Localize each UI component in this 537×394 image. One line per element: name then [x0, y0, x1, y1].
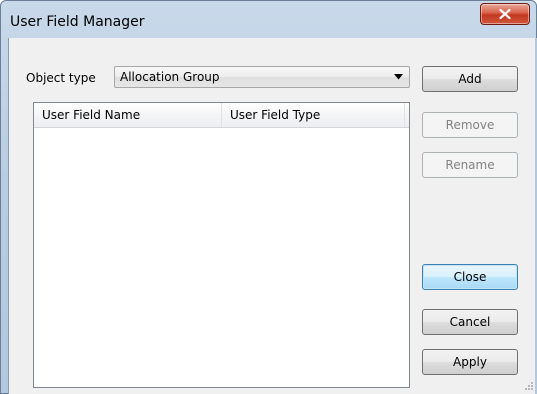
column-header-user-field-name[interactable]: User Field Name	[34, 103, 222, 127]
add-button[interactable]: Add	[422, 66, 518, 92]
remove-button[interactable]: Remove	[422, 112, 518, 138]
column-header-user-field-type[interactable]: User Field Type	[222, 103, 405, 127]
user-field-list[interactable]: User Field Name User Field Type	[33, 102, 410, 388]
chevron-down-icon	[394, 74, 403, 80]
object-type-dropdown[interactable]: Allocation Group	[114, 66, 410, 88]
close-button[interactable]: Close	[422, 264, 518, 290]
title-bar[interactable]: User Field Manager	[1, 1, 536, 39]
window-title: User Field Manager	[10, 14, 145, 30]
list-header: User Field Name User Field Type	[34, 103, 409, 128]
cancel-button[interactable]: Cancel	[422, 309, 518, 335]
apply-button[interactable]: Apply	[422, 349, 518, 375]
object-type-value: Allocation Group	[120, 70, 220, 84]
rename-button[interactable]: Rename	[422, 152, 518, 178]
object-type-label: Object type	[26, 71, 96, 85]
close-icon	[499, 9, 511, 19]
window-close-button[interactable]	[480, 3, 530, 25]
resize-grip-icon[interactable]	[523, 380, 533, 390]
